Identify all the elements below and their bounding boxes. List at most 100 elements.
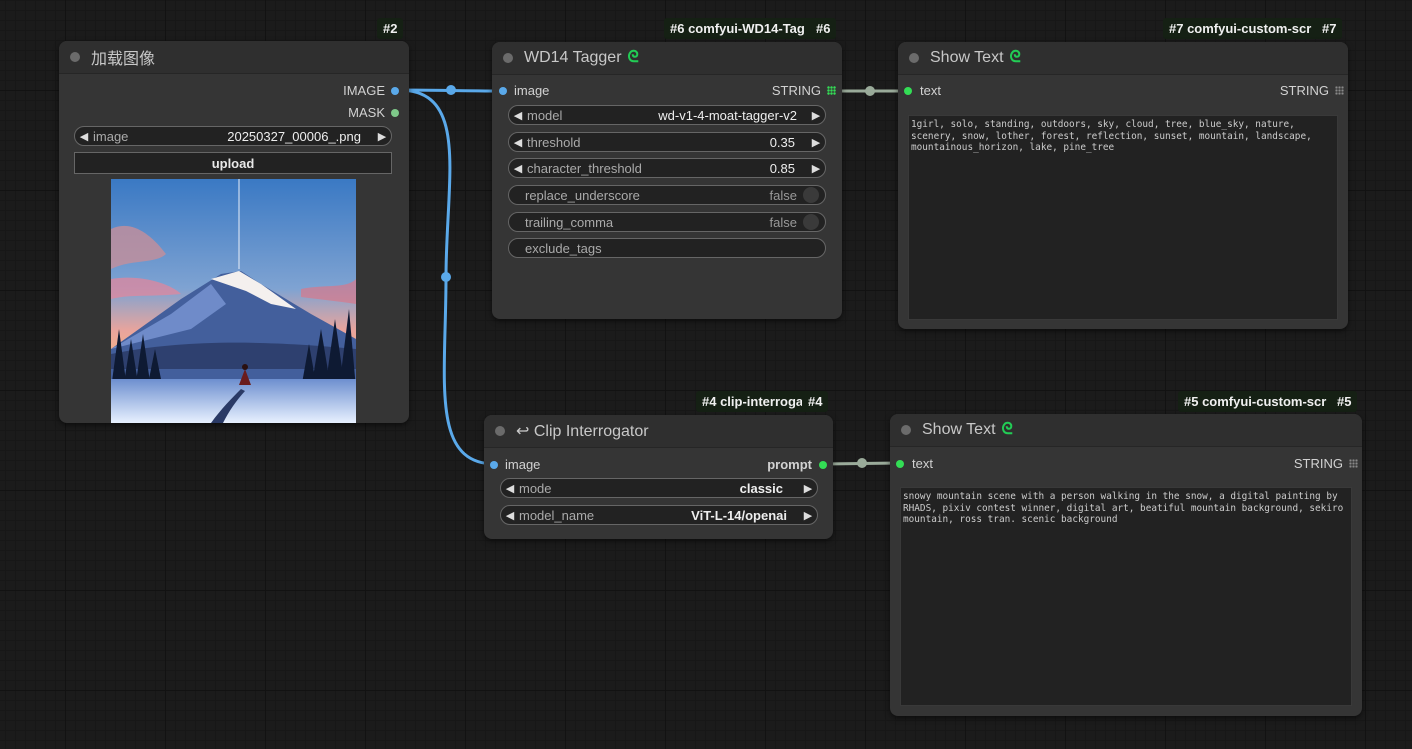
toggle-knob-icon[interactable] [803,214,819,230]
node-header[interactable]: 加载图像 [59,41,409,74]
collapse-dot-icon[interactable] [909,53,919,63]
output-slot-string[interactable]: STRING [772,83,836,98]
show-text-node-7[interactable]: Show Text ᘓ text STRING 1girl, solo, sta… [898,42,1348,329]
collapse-dot-icon[interactable] [495,426,505,436]
slot-label: MASK [348,105,385,120]
image-combo-widget[interactable]: ◀ image 20250327_00006_.png ▶ [74,126,392,146]
link-midpoint-showtext7[interactable] [865,86,875,96]
widget-label: mode [519,480,552,496]
node-id-badge: #7 [1316,18,1343,39]
node-id-badge: #7 comfyui-custom-scr [1163,18,1328,39]
link-midpoint-wd14[interactable] [446,85,456,95]
collapse-dot-icon[interactable] [70,52,80,62]
node-id-badge: #5 [1331,391,1358,412]
arrow-left-icon[interactable]: ◀ [509,109,527,122]
slot-label: STRING [1293,456,1343,471]
widget-label: trailing_comma [525,214,614,230]
wd14-tagger-node[interactable]: WD14 Tagger ᘓ image STRING ◀ model wd-v1… [492,42,842,319]
slot-dot-icon[interactable] [896,459,904,468]
character-threshold-number-widget[interactable]: ◀ character_threshold 0.85 ▶ [508,158,826,178]
collapse-dot-icon[interactable] [503,53,513,63]
input-slot-text[interactable]: text [896,456,933,471]
widget-value: classic [739,480,783,496]
exclude-tags-text-widget[interactable]: exclude_tags [508,238,826,258]
output-text-area[interactable]: 1girl, solo, standing, outdoors, sky, cl… [908,115,1338,320]
trailing-comma-toggle[interactable]: trailing_comma false [508,212,826,232]
arrow-left-icon[interactable]: ◀ [509,136,527,149]
slot-label: image [514,83,550,98]
arrow-left-icon[interactable]: ◀ [75,130,93,143]
input-slot-image[interactable]: image [499,83,549,98]
snowy-mountain-landscape-image [111,179,356,423]
widget-value: wd-v1-4-moat-tagger-v2 [658,107,797,123]
arrow-left-icon[interactable]: ◀ [509,162,527,175]
node-id-badge: #5 comfyui-custom-scr [1178,391,1343,412]
output-slot-string[interactable]: STRING [1280,83,1344,98]
link-image-to-wd14[interactable] [398,88,504,93]
mode-combo-widget[interactable]: ◀ mode classic ▶ [500,478,818,498]
model-combo-widget[interactable]: ◀ model wd-v1-4-moat-tagger-v2 ▶ [508,105,826,125]
slot-dot-icon[interactable] [904,86,912,95]
widget-value: 0.85 [769,160,795,176]
output-text-area[interactable]: snowy mountain scene with a person walki… [900,487,1352,706]
clip-interrogator-node[interactable]: ↩ Clip Interrogator image prompt ◀ mode … [484,415,833,539]
slot-dot-icon[interactable] [499,86,507,95]
slot-dot-icon[interactable] [391,108,399,117]
output-slot-prompt[interactable]: prompt [767,457,827,472]
model-name-combo-widget[interactable]: ◀ model_name ViT-L-14/openai ▶ [500,505,818,525]
arrow-left-icon[interactable]: ◀ [501,482,519,495]
show-text-node-5[interactable]: Show Text ᘓ text STRING snowy mountain s… [890,414,1362,716]
widget-value: 20250327_00006_.png [227,128,361,144]
input-slot-image[interactable]: image [490,457,540,472]
widget-label: character_threshold [527,160,642,176]
widget-label: model [527,107,563,123]
upload-button[interactable]: upload [74,152,392,174]
node-title: Show Text [930,49,1004,66]
arrow-left-icon[interactable]: ◀ [501,509,519,522]
link-midpoint-showtext5[interactable] [857,458,867,468]
node-id-badge: #6 comfyui-WD14-Tag [664,18,822,39]
grid-dot-icon[interactable] [1349,459,1358,468]
slot-dot-icon[interactable] [819,460,827,469]
widget-value: false [769,214,797,230]
grid-dot-icon[interactable] [1335,86,1344,95]
input-slot-text[interactable]: text [904,83,941,98]
widget-label: image [93,128,129,144]
arrow-right-icon[interactable]: ▶ [373,130,391,143]
slot-label: text [912,456,933,471]
grid-dot-icon[interactable] [827,86,836,95]
output-slot-string[interactable]: STRING [1294,456,1358,471]
image-preview [111,179,356,423]
link-image-to-clip[interactable] [398,88,496,466]
node-header[interactable]: WD14 Tagger ᘓ [492,42,842,75]
link-midpoint-clip[interactable] [441,272,451,282]
output-slot-mask[interactable]: MASK [348,105,399,120]
slot-label: prompt [767,457,812,472]
arrow-right-icon[interactable]: ▶ [807,162,825,175]
toggle-knob-icon[interactable] [803,187,819,203]
node-title: 加载图像 [91,51,156,68]
slot-dot-icon[interactable] [490,460,498,469]
widget-label: exclude_tags [525,240,602,256]
node-id-badge: #2 [377,18,404,39]
arrow-right-icon[interactable]: ▶ [799,509,817,522]
replace-underscore-toggle[interactable]: replace_underscore false [508,185,826,205]
slot-dot-icon[interactable] [391,86,399,95]
node-title: ↩ Clip Interrogator [516,423,649,440]
widget-label: model_name [519,507,595,523]
node-title: WD14 Tagger [524,49,622,66]
arrow-right-icon[interactable]: ▶ [807,136,825,149]
node-header[interactable]: Show Text ᘓ [898,42,1348,75]
arrow-right-icon[interactable]: ▶ [807,109,825,122]
collapse-dot-icon[interactable] [901,425,911,435]
threshold-number-widget[interactable]: ◀ threshold 0.35 ▶ [508,132,826,152]
arrow-right-icon[interactable]: ▶ [799,482,817,495]
output-slot-image[interactable]: IMAGE [343,83,399,98]
widget-label: threshold [527,134,581,150]
slot-label: image [505,457,541,472]
custom-node-logo-icon: ᘓ [627,49,639,66]
node-header[interactable]: Show Text ᘓ [890,414,1362,447]
link-clip-to-showtext5[interactable] [823,461,901,466]
node-header[interactable]: ↩ Clip Interrogator [484,415,833,448]
load-image-node[interactable]: 加载图像 IMAGE MASK ◀ image 20250327_00006_.… [59,41,409,423]
